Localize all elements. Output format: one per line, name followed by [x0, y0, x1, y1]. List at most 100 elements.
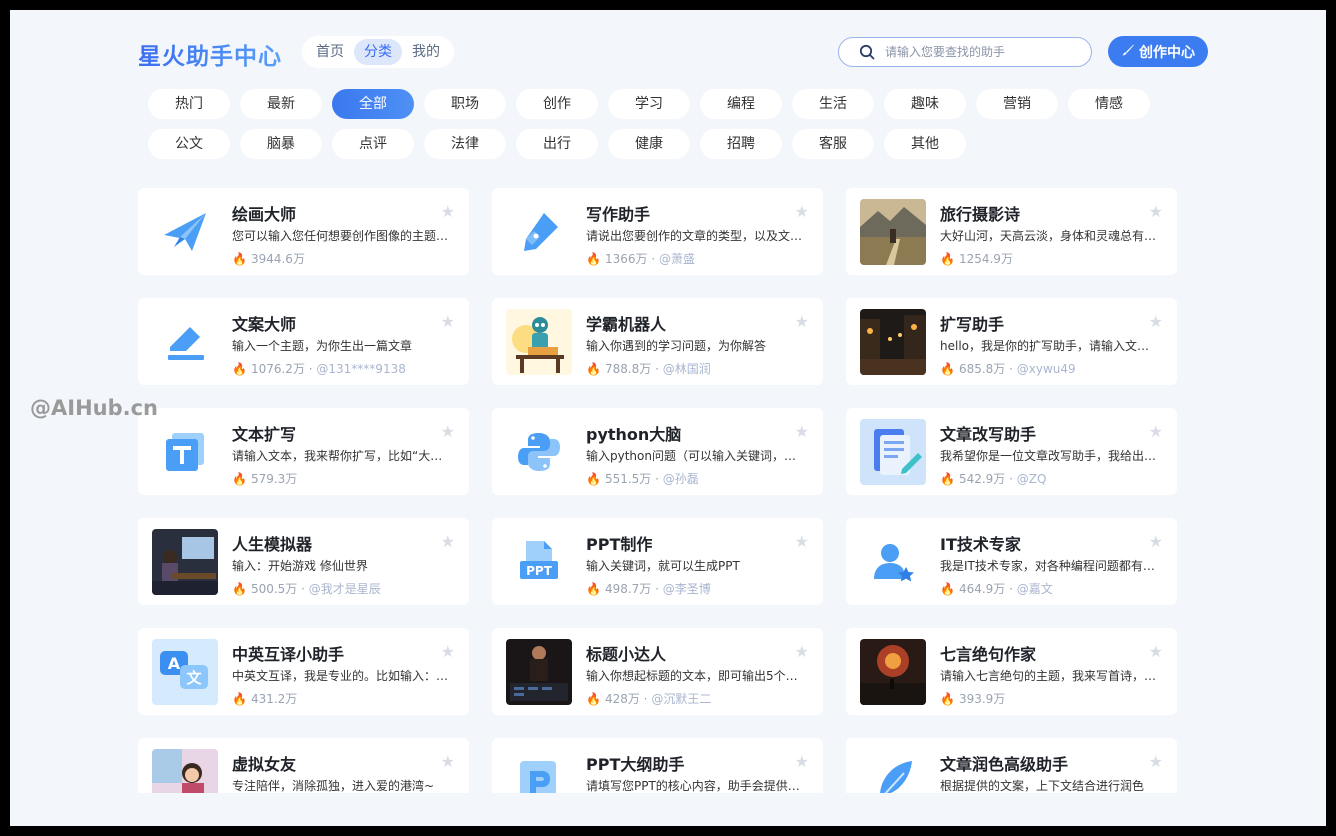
category-chip-fun[interactable]: 趣味 [884, 89, 966, 119]
star-icon[interactable]: ★ [441, 532, 455, 551]
card-title: 扩写助手 [940, 315, 1005, 334]
category-chip-marketing[interactable]: 营销 [976, 89, 1058, 119]
category-chip-recruit[interactable]: 招聘 [700, 129, 782, 159]
ppt-file-icon: PPT [506, 529, 572, 595]
card-desc: 中英文互译，我是专业的。比如输入：… [232, 669, 449, 683]
category-chip-creation[interactable]: 创作 [516, 89, 598, 119]
assistant-card[interactable]: 扩写助手 hello，我是你的扩写助手，请输入文本… 🔥 685.8万 · @xy… [846, 298, 1177, 385]
star-icon[interactable]: ★ [1149, 642, 1163, 661]
usage-count: 685.8万 [958, 362, 1006, 376]
category-chip-travel[interactable]: 出行 [516, 129, 598, 159]
brush-icon [1121, 43, 1135, 61]
star-icon[interactable]: ★ [795, 752, 809, 771]
header: 星火助手中心 首页 分类 我的 创作中心 [138, 36, 1208, 71]
star-icon[interactable]: ★ [441, 752, 455, 771]
category-chip-brainstorm[interactable]: 脑暴 [240, 129, 322, 159]
star-icon[interactable]: ★ [1149, 312, 1163, 331]
category-chip-emotion[interactable]: 情感 [1068, 89, 1150, 119]
star-icon[interactable]: ★ [1149, 752, 1163, 771]
top-nav: 首页 分类 我的 [302, 36, 454, 68]
star-icon[interactable]: ★ [1149, 422, 1163, 441]
category-chip-hot[interactable]: 热门 [148, 89, 230, 119]
category-chip-review[interactable]: 点评 [332, 129, 414, 159]
star-icon[interactable]: ★ [441, 642, 455, 661]
category-chip-law[interactable]: 法律 [424, 129, 506, 159]
star-icon[interactable]: ★ [795, 312, 809, 331]
author: @林国润 [662, 362, 711, 376]
tab-category[interactable]: 分类 [354, 39, 402, 65]
usage-count: 551.5万 [604, 472, 652, 486]
card-title: 人生模拟器 [232, 535, 313, 554]
category-chip-health[interactable]: 健康 [608, 129, 690, 159]
card-meta: 🔥 579.3万 [232, 470, 297, 487]
create-center-button[interactable]: 创作中心 [1108, 36, 1208, 67]
assistant-card[interactable]: PPT大纲助手 请填写您PPT的核心内容，助手会提供… ★ [492, 738, 823, 793]
category-chip-service[interactable]: 客服 [792, 129, 874, 159]
search-input[interactable] [883, 44, 1077, 60]
presenter-image [506, 639, 572, 705]
category-chip-latest[interactable]: 最新 [240, 89, 322, 119]
star-icon[interactable]: ★ [441, 202, 455, 221]
author: @孙磊 [662, 472, 699, 486]
author: @我才是星辰 [308, 582, 381, 596]
card-meta: 🔥 1076.2万 · @131****9138 [232, 362, 406, 376]
assistant-card[interactable]: PPT PPT制作 输入关键词，就可以生成PPT 🔥 498.7万 · @李圣博 … [492, 518, 823, 605]
star-icon[interactable]: ★ [795, 532, 809, 551]
search-box[interactable] [838, 37, 1092, 67]
svg-text:PPT: PPT [526, 564, 553, 578]
star-icon[interactable]: ★ [1149, 532, 1163, 551]
assistant-card[interactable]: 七言绝句作家 请输入七言绝句的主题，我来写首诗，… 🔥 393.9万 ★ [846, 628, 1177, 715]
star-icon[interactable]: ★ [795, 422, 809, 441]
category-chip-workplace[interactable]: 职场 [424, 89, 506, 119]
tab-home[interactable]: 首页 [306, 39, 354, 65]
category-chip-life[interactable]: 生活 [792, 89, 874, 119]
assistant-card[interactable]: A 文 中英互译小助手 中英文互译，我是专业的。比如输入：… 🔥 431.2万 ★ [138, 628, 469, 715]
star-icon[interactable]: ★ [1149, 202, 1163, 221]
star-icon[interactable]: ★ [441, 312, 455, 331]
fire-icon: 🔥 [586, 362, 601, 376]
assistant-card[interactable]: 文本扩写 请输入文本，我来帮你扩写，比如“大语… 🔥 579.3万 ★ [138, 408, 469, 495]
assistant-card[interactable]: 标题小达人 输入你想起标题的文本，即可输出5个文… 🔥 428万 · @沉默王二 … [492, 628, 823, 715]
card-title: 文章改写助手 [940, 425, 1037, 444]
category-chip-all[interactable]: 全部 [332, 89, 414, 119]
travel-photo [860, 199, 926, 265]
fire-icon: 🔥 [232, 472, 247, 486]
card-desc: 请说出您要创作的文章的类型，以及文… [586, 229, 803, 243]
assistant-card[interactable]: 文章润色高级助手 根据提供的文案，上下文结合进行润色 ★ [846, 738, 1177, 793]
assistant-card[interactable]: 文章改写助手 我希望你是一位文章改写助手，我给出… 🔥 542.9万 · @ZQ … [846, 408, 1177, 495]
assistant-card[interactable]: 虚拟女友 专注陪伴，消除孤独，进入爱的港湾~ ★ [138, 738, 469, 793]
card-title: 学霸机器人 [586, 315, 667, 334]
feather-icon [860, 749, 926, 793]
card-desc: 大好山河，天高云淡，身体和灵魂总有… [940, 229, 1157, 243]
author: @嘉文 [1016, 582, 1053, 596]
assistant-card[interactable]: 学霸机器人 输入你遇到的学习问题，为你解答 🔥 788.8万 · @林国润 ★ [492, 298, 823, 385]
fire-icon: 🔥 [940, 692, 955, 706]
tab-mine[interactable]: 我的 [402, 39, 450, 65]
card-desc: 请输入文本，我来帮你扩写，比如“大语… [232, 449, 452, 463]
site-logo[interactable]: 星火助手中心 [138, 37, 282, 71]
category-chip-official[interactable]: 公文 [148, 129, 230, 159]
star-icon[interactable]: ★ [795, 202, 809, 221]
user-star-icon [860, 529, 926, 595]
watermark: @AIHub.cn [30, 396, 158, 420]
category-chip-other[interactable]: 其他 [884, 129, 966, 159]
card-meta: 🔥 1254.9万 [940, 250, 1013, 267]
category-chip-programming[interactable]: 编程 [700, 89, 782, 119]
star-icon[interactable]: ★ [441, 422, 455, 441]
category-chip-study[interactable]: 学习 [608, 89, 690, 119]
eraser-icon [152, 309, 218, 375]
fire-icon: 🔥 [586, 582, 601, 596]
usage-count: 1076.2万 [250, 362, 305, 376]
assistant-card[interactable]: 旅行摄影诗 大好山河，天高云淡，身体和灵魂总有… 🔥 1254.9万 ★ [846, 188, 1177, 275]
assistant-card[interactable]: 绘画大师 您可以输入您任何想要创作图像的主题… 🔥 3944.6万 ★ [138, 188, 469, 275]
assistant-card[interactable]: python大脑 输入python问题（可以输入关键词，可… 🔥 551.5万 ·… [492, 408, 823, 495]
card-title: IT技术专家 [940, 535, 1021, 554]
star-icon[interactable]: ★ [795, 642, 809, 661]
card-meta: 🔥 1366万 · @萧盛 [586, 252, 695, 266]
fire-scene-image [860, 639, 926, 705]
assistant-card[interactable]: 文案大师 输入一个主题，为你生出一篇文章 🔥 1076.2万 · @131****… [138, 298, 469, 385]
fire-icon: 🔥 [940, 252, 955, 266]
assistant-card[interactable]: 人生模拟器 输入：开始游戏 修仙世界 🔥 500.5万 · @我才是星辰 ★ [138, 518, 469, 605]
assistant-card[interactable]: 写作助手 请说出您要创作的文章的类型，以及文… 🔥 1366万 · @萧盛 ★ [492, 188, 823, 275]
assistant-card[interactable]: IT技术专家 我是IT技术专家，对各种编程问题都有… 🔥 464.9万 · @嘉文… [846, 518, 1177, 605]
